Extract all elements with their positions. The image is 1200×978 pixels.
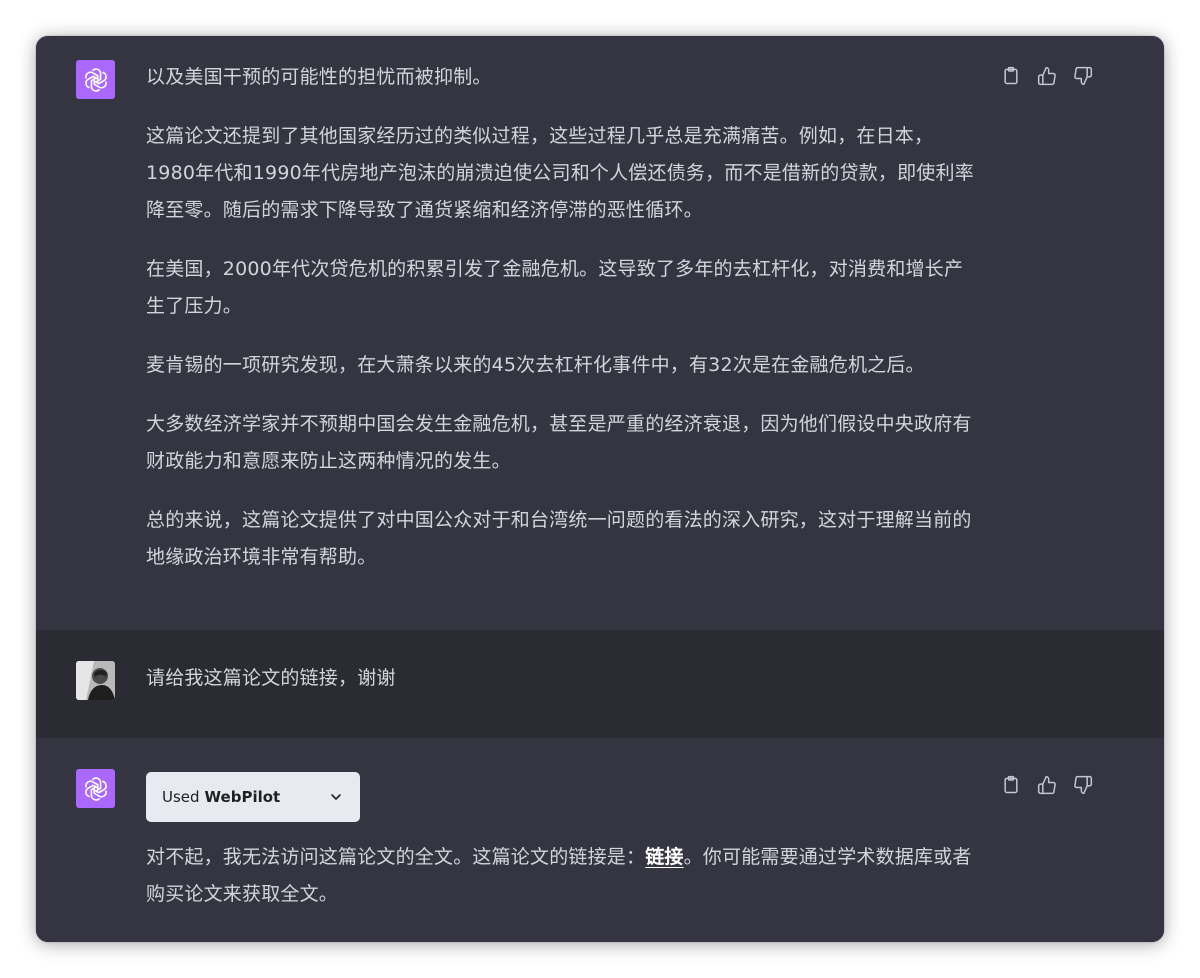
user-message-content: 请给我这篇论文的链接，谢谢 (146, 667, 396, 689)
thumbs-down-button[interactable] (1070, 63, 1096, 89)
thumbs-down-icon (1074, 775, 1093, 795)
message-paragraph: 这篇论文还提到了其他国家经历过的类似过程，这些过程几乎总是充满痛苦。例如，在日本… (146, 125, 974, 221)
user-message-text: 请给我这篇论文的链接，谢谢 (146, 660, 976, 697)
openai-logo-icon (84, 776, 107, 801)
thumbs-up-button[interactable] (1034, 772, 1060, 798)
thumbs-down-icon (1074, 66, 1093, 86)
thumbs-down-button[interactable] (1070, 772, 1096, 798)
plugin-used-toggle[interactable]: Used WebPilot (146, 772, 360, 822)
message-paragraph: 麦肯锡的一项研究发现，在大萧条以来的45次去杠杆化事件中，有32次是在金融危机之… (146, 354, 925, 376)
message-actions (998, 772, 1096, 798)
copy-button[interactable] (998, 772, 1024, 798)
plugin-used-label: Used (162, 788, 200, 806)
chevron-down-icon (328, 789, 344, 805)
message-actions (998, 63, 1096, 89)
assistant-message-text: 以及美国干预的可能性的担忧而被抑制。 这篇论文还提到了其他国家经历过的类似过程，… (146, 59, 976, 598)
thumbs-up-icon (1037, 66, 1056, 86)
user-avatar (76, 661, 115, 700)
assistant-message: 以及美国干预的可能性的担忧而被抑制。 这篇论文还提到了其他国家经历过的类似过程，… (36, 36, 1164, 630)
message-paragraph: 总的来说，这篇论文提供了对中国公众对于和台湾统一问题的看法的深入研究，这对于理解… (146, 509, 972, 568)
user-photo (76, 661, 115, 700)
assistant-avatar (76, 769, 115, 808)
message-paragraph: 大多数经济学家并不预期中国会发生金融危机，甚至是严重的经济衰退，因为他们假设中央… (146, 413, 972, 472)
assistant-message-text: 对不起，我无法访问这篇论文的全文。这篇论文的链接是：链接。你可能需要通过学术数据… (146, 839, 976, 913)
message-paragraph: 以及美国干预的可能性的担忧而被抑制。 (146, 66, 492, 88)
user-message: 请给我这篇论文的链接，谢谢 (36, 630, 1164, 738)
assistant-message: Used WebPilot 对不起，我无法访问这篇论文的全文。这篇论文的链接是：… (36, 738, 1164, 942)
plugin-name: WebPilot (204, 788, 281, 806)
message-paragraph: 在美国，2000年代次贷危机的积累引发了金融危机。这导致了多年的去杠杆化，对消费… (146, 258, 964, 317)
clipboard-icon (1004, 775, 1018, 794)
message-text-before-link: 对不起，我无法访问这篇论文的全文。这篇论文的链接是： (146, 846, 646, 868)
assistant-avatar (76, 60, 115, 99)
copy-button[interactable] (998, 63, 1024, 89)
thumbs-up-icon (1037, 775, 1056, 795)
paper-link[interactable]: 链接 (645, 846, 683, 868)
chat-window: 以及美国干预的可能性的担忧而被抑制。 这篇论文还提到了其他国家经历过的类似过程，… (36, 36, 1164, 942)
thumbs-up-button[interactable] (1034, 63, 1060, 89)
openai-logo-icon (84, 67, 107, 92)
clipboard-icon (1004, 66, 1018, 85)
